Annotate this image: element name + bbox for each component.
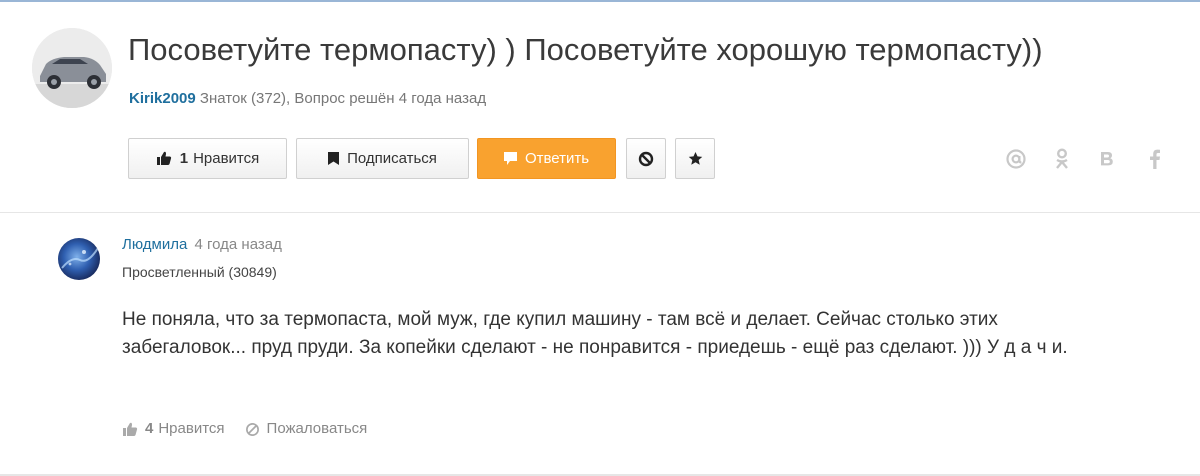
thumbs-up-icon [156, 151, 172, 166]
report-button[interactable]: Пожаловаться [245, 419, 368, 439]
answer-like-button[interactable]: Нравится [158, 419, 224, 439]
space-image-icon [61, 247, 99, 269]
at-icon[interactable] [1005, 148, 1027, 170]
vk-icon[interactable] [1096, 148, 1118, 170]
star-icon [688, 151, 703, 166]
answer-button[interactable]: Ответить [477, 138, 616, 179]
report-label: Пожаловаться [266, 420, 368, 437]
car-photo-icon [32, 28, 112, 108]
answer-label: Ответить [524, 150, 590, 167]
like-button[interactable]: 1 Нравится [128, 138, 287, 179]
question-author-rank: Знаток (372), [199, 90, 291, 107]
block-button[interactable] [626, 138, 666, 179]
bookmark-icon [328, 152, 340, 165]
question-meta: Kirik2009 Знаток (372), Вопрос решён 4 г… [129, 89, 486, 109]
subscribe-button[interactable]: Подписаться [296, 138, 469, 179]
question-author-link[interactable]: Kirik2009 [129, 90, 196, 107]
section-divider [0, 212, 1200, 213]
facebook-icon[interactable] [1144, 148, 1166, 170]
answer-text: Не поняла, что за термопаста, мой муж, г… [122, 309, 1068, 358]
answer-actions: 4 Нравится Пожаловаться [122, 419, 367, 439]
top-border [0, 0, 1200, 2]
question-title: Посоветуйте термопасту) ) Посоветуйте хо… [128, 32, 1043, 67]
answer-author-link[interactable]: Людмила [122, 236, 187, 253]
block-icon [638, 151, 654, 167]
like-label: Нравится [193, 150, 260, 167]
question-author-avatar[interactable] [32, 28, 112, 108]
favorite-button[interactable] [675, 138, 715, 179]
question-status: Вопрос решён 4 года назад [294, 90, 487, 107]
comment-icon [503, 152, 517, 165]
like-count: 1 [179, 150, 189, 167]
answer-author-avatar[interactable] [58, 238, 100, 280]
block-icon [245, 422, 260, 437]
answer-like-count: 4 [145, 420, 154, 437]
odnoklassniki-icon[interactable] [1051, 148, 1073, 170]
answer-author-rank: Просветленный (30849) [122, 264, 277, 280]
answer-header: Людмила 4 года назад [122, 235, 282, 255]
answer-time: 4 года назад [194, 236, 282, 253]
thumbs-up-icon[interactable] [122, 422, 138, 437]
subscribe-label: Подписаться [347, 150, 437, 167]
